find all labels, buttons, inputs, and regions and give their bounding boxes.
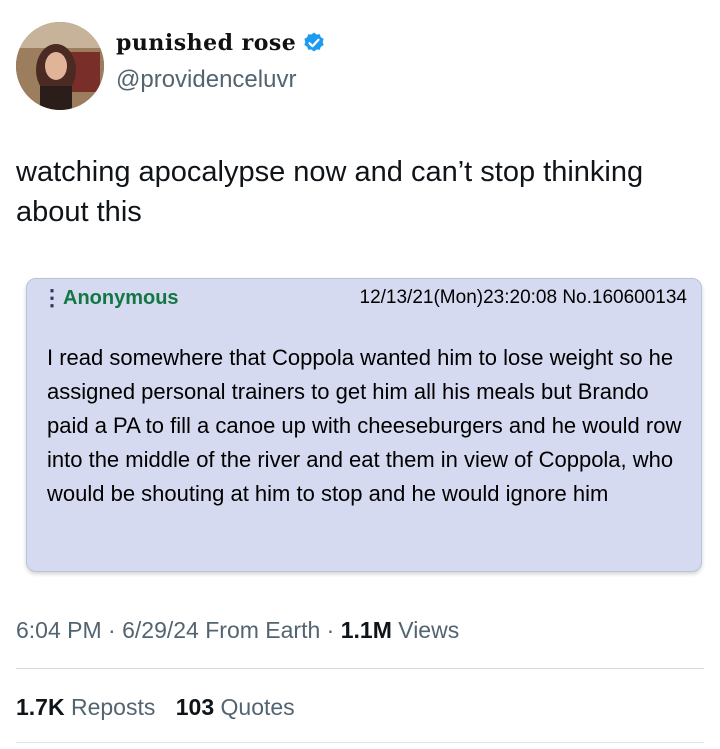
views-label: Views: [398, 617, 460, 643]
post-body: I read somewhere that Coppola wanted him…: [47, 345, 682, 506]
divider: [16, 742, 704, 743]
quoted-post[interactable]: ⋮ Anonymous 12/13/21(Mon)23:20:08 No.160…: [26, 278, 702, 572]
reposts-stat[interactable]: 1.7K Reposts: [16, 694, 155, 720]
quotes-count: 103: [175, 694, 215, 720]
quotes-label: Quotes: [220, 694, 295, 720]
date[interactable]: 6/29/24: [122, 617, 199, 643]
time[interactable]: 6:04 PM: [16, 617, 102, 643]
poster-name: Anonymous: [63, 287, 179, 309]
quotes-stat[interactable]: 103 Quotes: [176, 694, 295, 720]
divider: [16, 668, 704, 669]
display-name[interactable]: punished rose: [116, 30, 296, 56]
vertical-dots-icon[interactable]: ⋮: [41, 287, 63, 313]
verified-badge-icon: [304, 32, 324, 52]
tweet-header: punished rose @providenceluvr: [16, 22, 716, 112]
avatar[interactable]: [16, 22, 104, 110]
separator: ·: [320, 617, 341, 643]
reposts-label: Reposts: [70, 694, 156, 720]
profile-photo-icon: [16, 22, 104, 110]
handle[interactable]: @providenceluvr: [116, 66, 296, 94]
source: From Earth: [205, 617, 321, 643]
timestamp-row: 6:04 PM · 6/29/24 From Earth · 1.1M View…: [16, 617, 459, 644]
post-header: ⋮ Anonymous 12/13/21(Mon)23:20:08 No.160…: [41, 287, 687, 313]
views-count: 1.1M: [340, 617, 392, 643]
post-meta: 12/13/21(Mon)23:20:08 No.160600134: [359, 287, 687, 308]
reposts-count: 1.7K: [16, 694, 65, 720]
stats-row: 1.7K Reposts 103 Quotes: [16, 694, 295, 721]
name-row: punished rose: [116, 30, 326, 56]
separator: ·: [101, 617, 123, 643]
tweet-text: watching apocalypse now and can’t stop t…: [16, 156, 644, 228]
